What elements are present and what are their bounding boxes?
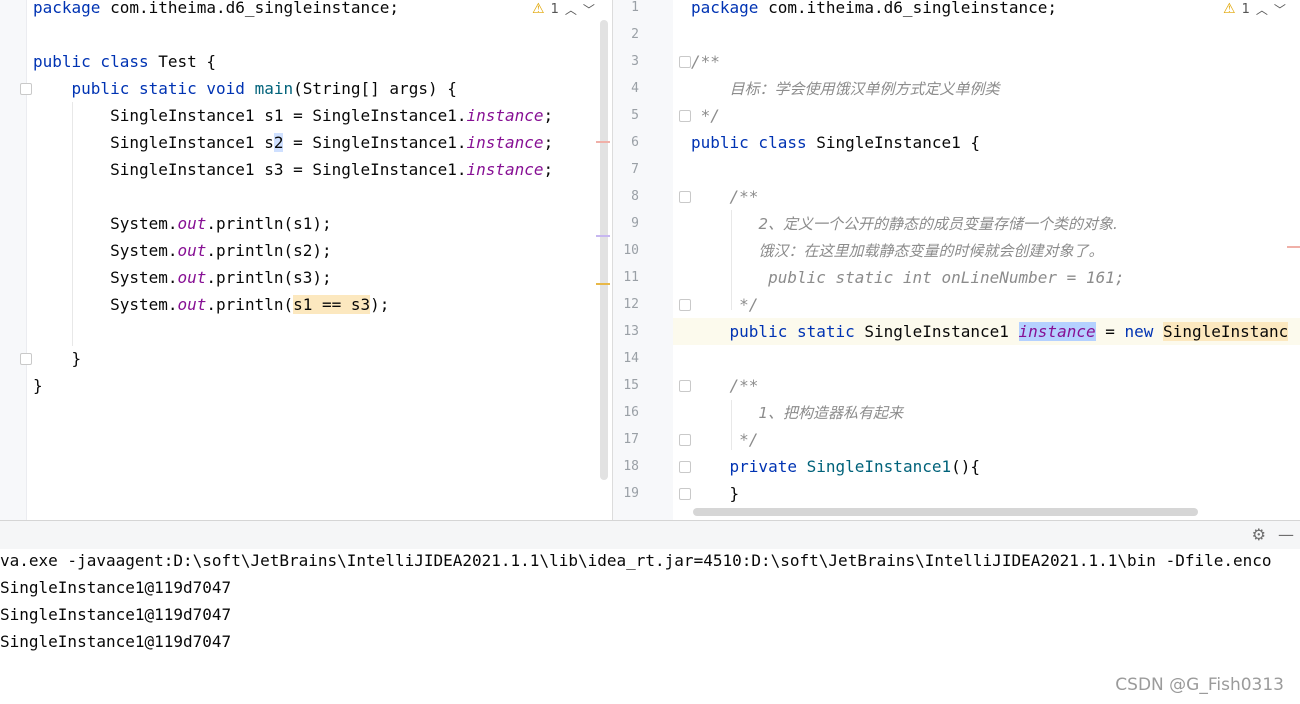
- line-number: 5: [631, 108, 639, 123]
- console-output-line: SingleInstance1@119d7047: [0, 605, 232, 624]
- code-line[interactable]: SingleInstance1 s1 = SingleInstance1.ins…: [33, 102, 553, 129]
- code-line[interactable]: }: [33, 345, 82, 372]
- fold-marker[interactable]: [679, 380, 691, 392]
- error-stripe-mark[interactable]: [596, 235, 610, 237]
- line-number: 3: [631, 54, 639, 69]
- line-number: 1: [631, 0, 639, 15]
- line-number: 11: [623, 270, 639, 285]
- line-number: 2: [631, 27, 639, 42]
- code-line[interactable]: */: [691, 102, 720, 129]
- code-line[interactable]: /**: [691, 48, 720, 75]
- line-number: 4: [631, 81, 639, 96]
- line-number: 10: [623, 243, 639, 258]
- line-number: 15: [623, 378, 639, 393]
- code-line[interactable]: SingleInstance1 s3 = SingleInstance1.ins…: [33, 156, 553, 183]
- fold-marker[interactable]: [679, 488, 691, 500]
- gear-icon[interactable]: ⚙: [1252, 525, 1266, 544]
- line-number: 9: [631, 216, 639, 231]
- fold-marker[interactable]: [20, 83, 32, 95]
- code-line[interactable]: private SingleInstance1(){: [691, 453, 980, 480]
- code-line[interactable]: System.out.println(s2);: [33, 237, 332, 264]
- line-number: 7: [631, 162, 639, 177]
- code-line-current[interactable]: SingleInstance1 s2 = SingleInstance1.ins…: [33, 129, 553, 156]
- code-line[interactable]: /**: [691, 183, 759, 210]
- left-scrollbar[interactable]: [600, 20, 608, 480]
- line-number: 16: [623, 405, 639, 420]
- right-inspection-widget[interactable]: ⚠ 1 ︿ ﹀: [1223, 0, 1286, 18]
- right-warning-count: 1: [1241, 1, 1250, 17]
- right-editor-pane[interactable]: ⚠ 1 ︿ ﹀ 1 2 3 4 5 6 7 8 9 10 11 12 13 14 15 16 17 18 19 pa…: [612, 0, 1300, 520]
- code-line[interactable]: }: [33, 372, 43, 399]
- run-console[interactable]: ⚙ — va.exe -javaagent:D:\soft\JetBrains\…: [0, 520, 1300, 704]
- console-output-line: SingleInstance1@119d7047: [0, 578, 232, 597]
- code-line[interactable]: /**: [691, 372, 759, 399]
- line-number: 12: [623, 297, 639, 312]
- code-line[interactable]: public class SingleInstance1 {: [691, 129, 980, 156]
- warning-triangle-icon: ⚠: [1223, 1, 1236, 17]
- console-toolbar: ⚙ —: [0, 521, 1300, 549]
- left-editor-pane[interactable]: ⚠ 1 ︿ ﹀ package com.itheima.d6_singleins…: [0, 0, 612, 520]
- fold-marker[interactable]: [679, 191, 691, 203]
- console-command-line: va.exe -javaagent:D:\soft\JetBrains\Inte…: [0, 551, 1272, 570]
- code-line[interactable]: package com.itheima.d6_singleinstance;: [33, 0, 399, 21]
- code-line[interactable]: System.out.println(s1 == s3);: [33, 291, 389, 318]
- line-number: 17: [623, 432, 639, 447]
- line-number: 18: [623, 459, 639, 474]
- code-line[interactable]: 目标：学会使用饿汉单例方式定义单例类: [691, 75, 1000, 102]
- fold-marker[interactable]: [679, 110, 691, 122]
- fold-marker[interactable]: [679, 461, 691, 473]
- watermark: CSDN @G_Fish0313: [1115, 675, 1284, 695]
- fold-marker[interactable]: [20, 353, 32, 365]
- error-stripe-mark[interactable]: [596, 141, 610, 143]
- line-number: 19: [623, 486, 639, 501]
- left-inspection-widget[interactable]: ⚠ 1 ︿ ﹀: [532, 0, 595, 18]
- warning-triangle-icon: ⚠: [532, 1, 545, 17]
- chevron-down-icon[interactable]: ﹀: [1274, 1, 1286, 18]
- line-number: 6: [631, 135, 639, 150]
- fold-marker[interactable]: [679, 434, 691, 446]
- right-horizontal-scrollbar[interactable]: [693, 508, 1198, 516]
- code-line[interactable]: }: [691, 480, 740, 507]
- code-line[interactable]: 1、把构造器私有起来: [691, 399, 903, 426]
- code-line[interactable]: */: [691, 426, 758, 453]
- code-line[interactable]: public static int onLineNumber = 161;: [691, 264, 1124, 291]
- chevron-up-icon[interactable]: ︿: [1256, 1, 1268, 18]
- code-line[interactable]: package com.itheima.d6_singleinstance;: [691, 0, 1057, 21]
- code-line[interactable]: System.out.println(s3);: [33, 264, 332, 291]
- code-line[interactable]: public class Test {: [33, 48, 216, 75]
- line-number: 8: [631, 189, 639, 204]
- code-line[interactable]: System.out.println(s1);: [33, 210, 332, 237]
- fold-marker[interactable]: [679, 56, 691, 68]
- chevron-up-icon[interactable]: ︿: [565, 1, 577, 18]
- line-number: 13: [623, 324, 639, 339]
- code-line[interactable]: */: [691, 291, 758, 318]
- error-stripe-mark[interactable]: [596, 283, 610, 285]
- minimize-icon[interactable]: —: [1278, 525, 1294, 544]
- console-output-line: SingleInstance1@119d7047: [0, 632, 232, 651]
- code-line[interactable]: 2、定义一个公开的静态的成员变量存储一个类的对象.: [691, 210, 1117, 237]
- code-line[interactable]: public static void main(String[] args) {: [33, 75, 457, 102]
- line-number: 14: [623, 351, 639, 366]
- left-gutter: [0, 0, 27, 520]
- chevron-down-icon[interactable]: ﹀: [583, 1, 595, 18]
- left-warning-count: 1: [550, 1, 559, 17]
- fold-marker[interactable]: [679, 299, 691, 311]
- code-line-current[interactable]: public static SingleInstance1 instance =…: [691, 318, 1289, 345]
- code-line[interactable]: 饿汉：在这里加载静态变量的时候就会创建对象了。: [691, 237, 1103, 264]
- error-stripe-mark[interactable]: [1287, 246, 1300, 248]
